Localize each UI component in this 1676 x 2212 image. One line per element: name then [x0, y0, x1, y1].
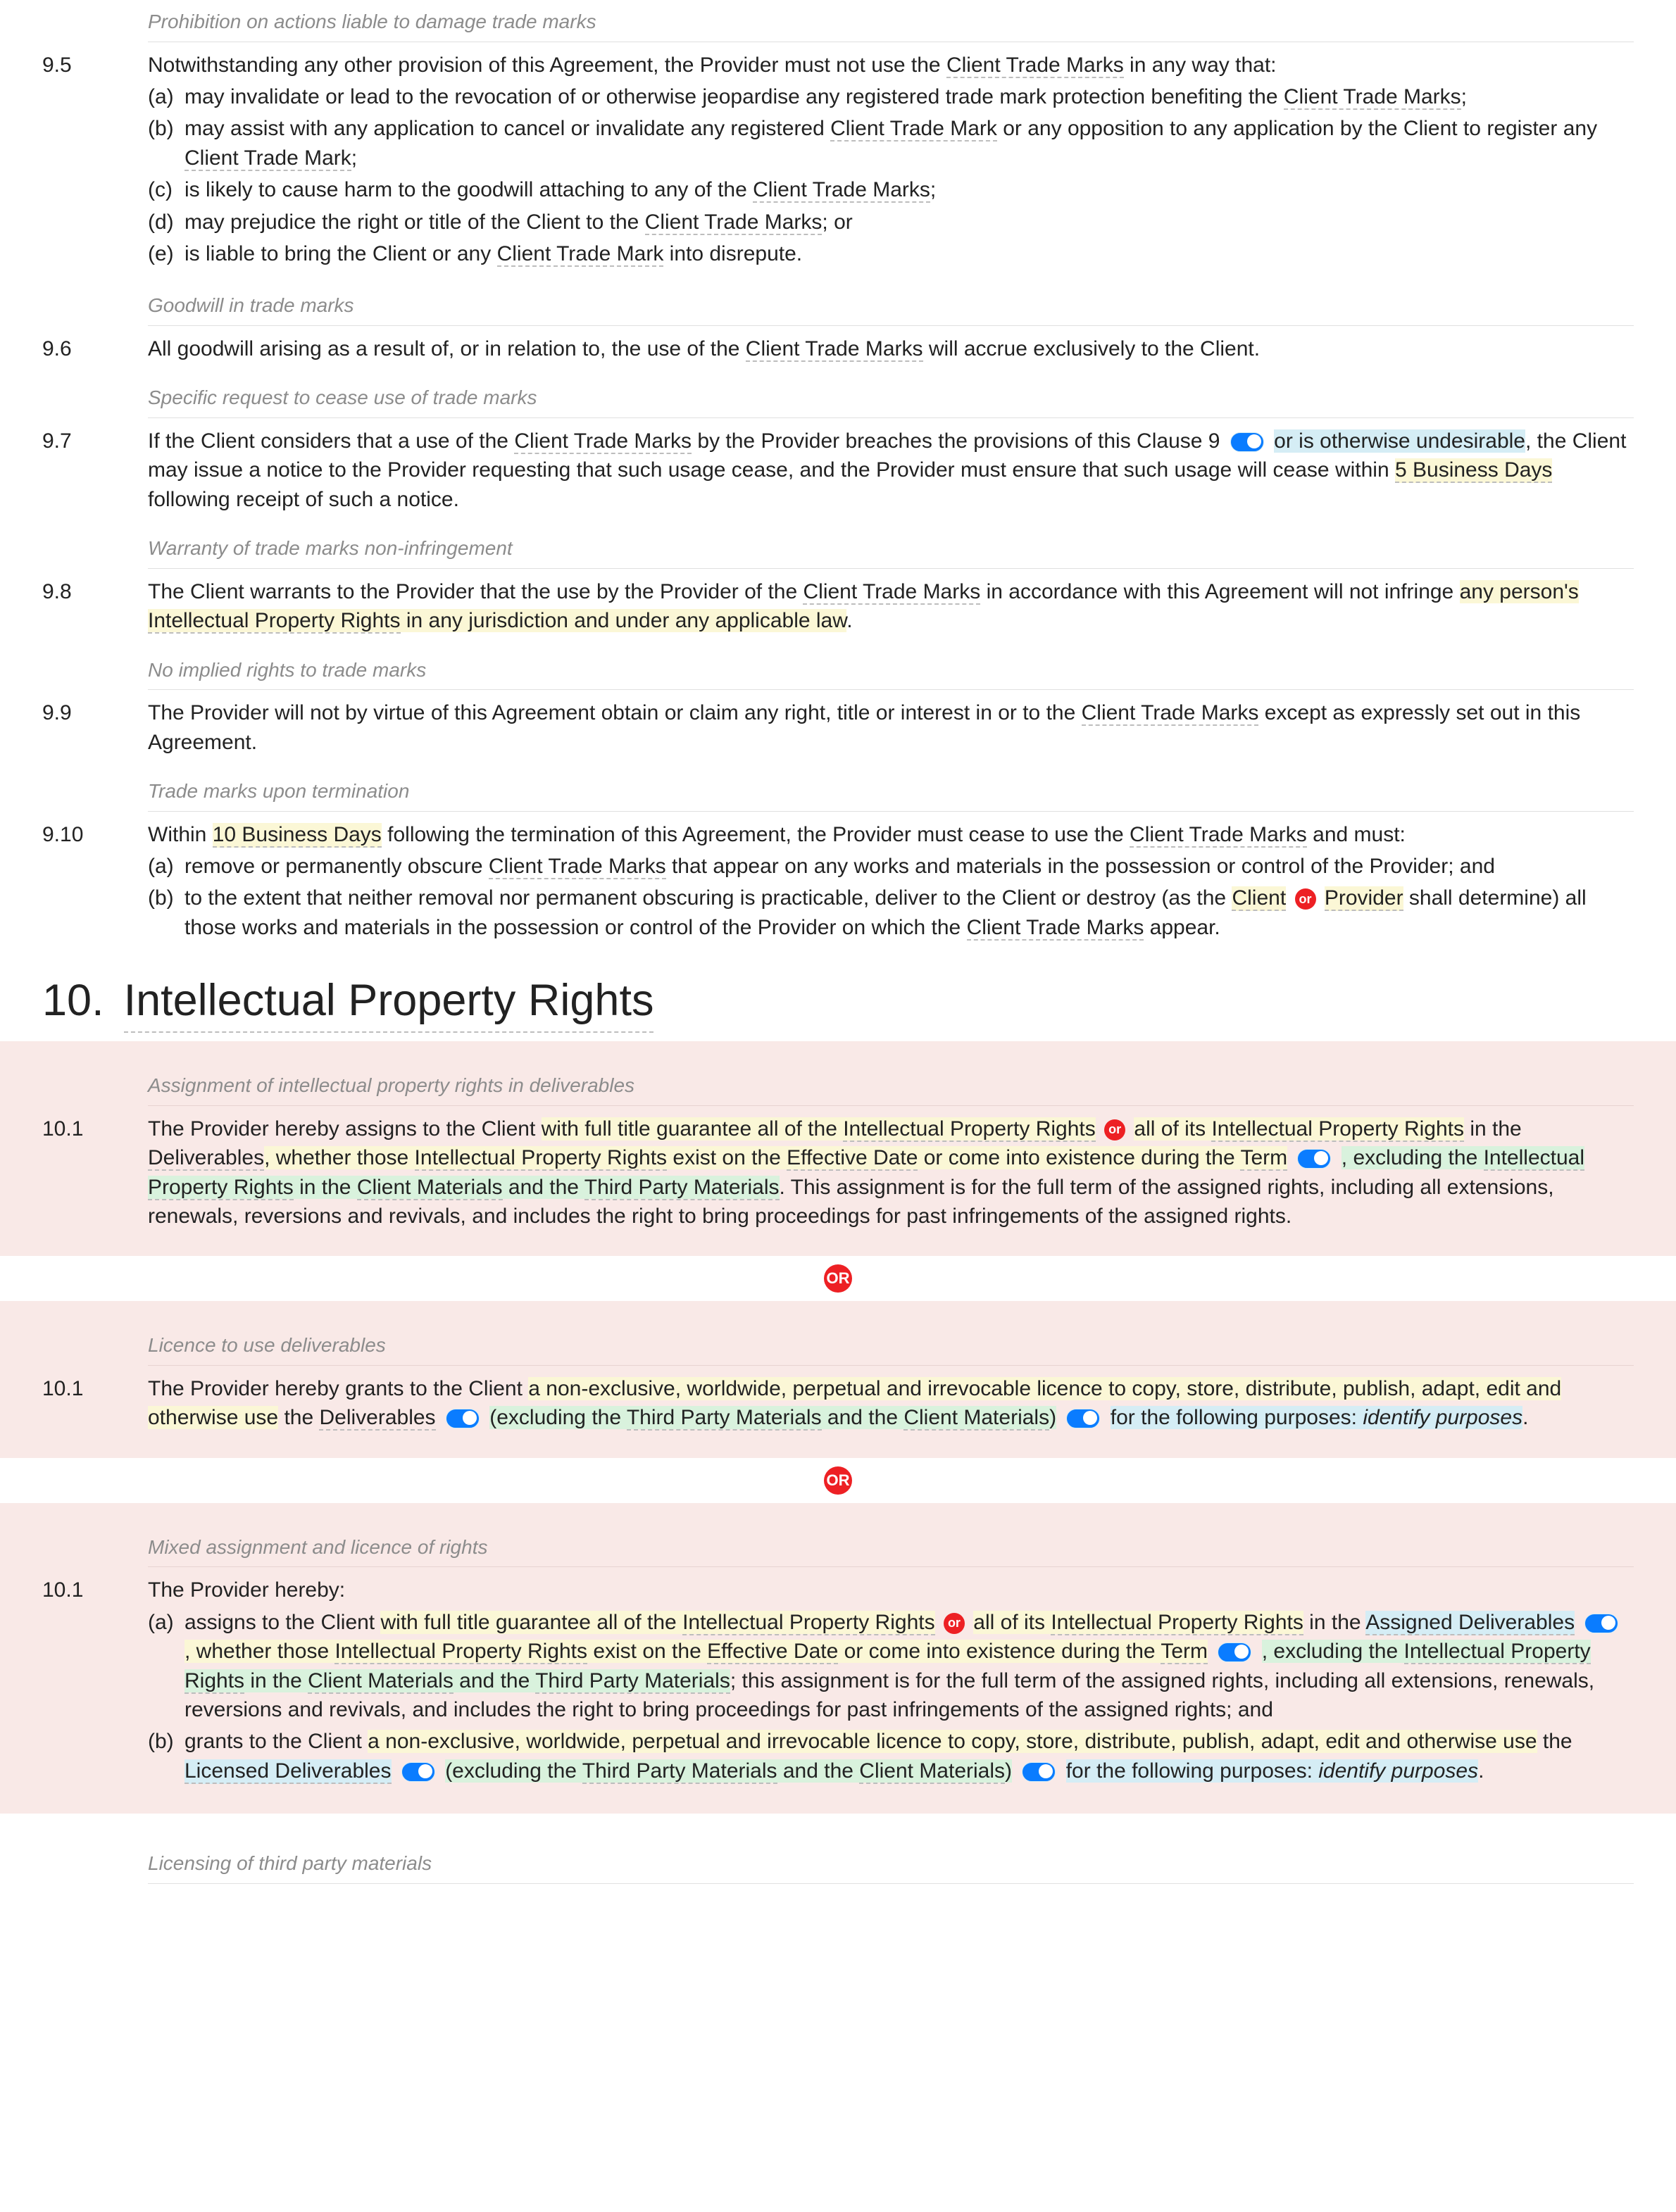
term-term[interactable]: Term	[1240, 1146, 1287, 1171]
or-divider[interactable]: OR	[824, 1264, 852, 1293]
clause-num-9-6: 9.6	[42, 334, 148, 363]
caption-9-5: Prohibition on actions liable to damage …	[148, 3, 1634, 42]
clause-num-9-7: 9.7	[42, 427, 148, 514]
clause-num-9-9: 9.9	[42, 698, 148, 757]
term-client-trade-marks[interactable]: Client Trade Marks	[946, 54, 1124, 78]
term-effective-date[interactable]: Effective Date	[707, 1640, 838, 1664]
section-10-heading: 10.Intellectual Property Rights	[42, 970, 1634, 1033]
clause-body-9-6: All goodwill arising as a result of, or …	[148, 334, 1634, 363]
term-licensed-deliverables[interactable]: Licensed Deliverables	[185, 1759, 392, 1784]
term-provider[interactable]: Provider	[1325, 886, 1403, 911]
term-deliverables[interactable]: Deliverables	[148, 1146, 264, 1171]
optional-text: or is otherwise undesirable	[1274, 429, 1525, 453]
alt-block-10-1-b: Licence to use deliverables 10.1 The Pro…	[0, 1301, 1676, 1457]
placeholder-text[interactable]: identify purposes	[1318, 1759, 1478, 1783]
placeholder-text[interactable]: identify purposes	[1363, 1406, 1522, 1429]
caption-10-1-c: Mixed assignment and licence of rights	[148, 1528, 1634, 1568]
caption-9-10: Trade marks upon termination	[148, 772, 1634, 812]
clause-num-9-10: 9.10	[42, 820, 148, 945]
term-ipr[interactable]: Intellectual Property Rights	[124, 970, 654, 1033]
term-client-materials[interactable]: Client Materials	[308, 1669, 454, 1694]
or-badge[interactable]: or	[1104, 1119, 1125, 1140]
clause-num-9-5: 9.5	[42, 51, 148, 272]
term-ipr[interactable]: Intellectual Property Rights	[682, 1611, 935, 1635]
term-ipr[interactable]: Intellectual Property Rights	[1051, 1611, 1303, 1635]
term-term[interactable]: Term	[1161, 1640, 1208, 1664]
term-client-trade-marks[interactable]: Client Trade Marks	[1284, 85, 1461, 110]
toggle-option[interactable]	[1218, 1642, 1251, 1662]
caption-9-9: No implied rights to trade marks	[148, 651, 1634, 691]
term-client-materials[interactable]: Client Materials	[357, 1176, 503, 1200]
clause-num-10-1: 10.1	[42, 1576, 148, 1788]
toggle-option[interactable]	[1022, 1762, 1056, 1782]
term-third-party-materials[interactable]: Third Party Materials	[584, 1176, 780, 1200]
term-business-days[interactable]: 10 Business Days	[213, 823, 382, 848]
term-effective-date[interactable]: Effective Date	[787, 1146, 918, 1171]
term-client-materials[interactable]: Client Materials	[859, 1759, 1005, 1784]
term-client-trade-marks[interactable]: Client Trade Marks	[645, 210, 823, 235]
term-client[interactable]: Client	[1232, 886, 1286, 911]
term-client-trade-marks[interactable]: Client Trade Marks	[489, 855, 666, 879]
clause-body-9-7: If the Client considers that a use of th…	[148, 427, 1634, 514]
toggle-option[interactable]	[1297, 1149, 1331, 1169]
clause-body-9-10: Within 10 Business Days following the te…	[148, 820, 1634, 945]
clause-num-10-1: 10.1	[42, 1114, 148, 1231]
clause-body-9-8: The Client warrants to the Provider that…	[148, 577, 1634, 636]
term-third-party-materials[interactable]: Third Party Materials	[535, 1669, 730, 1694]
toggle-option[interactable]	[1584, 1614, 1618, 1633]
caption-10-1-b: Licence to use deliverables	[148, 1326, 1634, 1366]
alt-block-10-1-a: Assignment of intellectual property righ…	[0, 1041, 1676, 1256]
term-client-trade-marks[interactable]: Client Trade Marks	[803, 580, 980, 605]
toggle-option[interactable]	[1066, 1409, 1100, 1428]
term-client-trade-mark[interactable]: Client Trade Mark	[830, 117, 997, 142]
clause-body-10-1-b: The Provider hereby grants to the Client…	[148, 1374, 1634, 1433]
caption-9-6: Goodwill in trade marks	[148, 287, 1634, 326]
term-client-trade-mark[interactable]: Client Trade Mark	[185, 146, 351, 171]
term-client-materials[interactable]: Client Materials	[903, 1406, 1049, 1431]
clause-num-10-1: 10.1	[42, 1374, 148, 1433]
caption-9-7: Specific request to cease use of trade m…	[148, 379, 1634, 418]
caption-10-1-a: Assignment of intellectual property righ…	[148, 1067, 1634, 1106]
term-business-days[interactable]: 5 Business Days	[1395, 458, 1552, 483]
term-client-trade-marks[interactable]: Client Trade Marks	[746, 337, 923, 362]
term-client-trade-marks[interactable]: Client Trade Marks	[514, 429, 692, 454]
clause-body-10-1-c: The Provider hereby: (a)assigns to the C…	[148, 1576, 1634, 1788]
clause-num-9-8: 9.8	[42, 577, 148, 636]
term-ipr[interactable]: Intellectual Property Rights	[1211, 1117, 1464, 1142]
clause-body-9-9: The Provider will not by virtue of this …	[148, 698, 1634, 757]
term-assigned-deliverables[interactable]: Assigned Deliverables	[1365, 1611, 1575, 1635]
term-third-party-materials[interactable]: Third Party Materials	[627, 1406, 822, 1431]
term-ipr[interactable]: Intellectual Property Rights	[415, 1146, 668, 1171]
or-badge[interactable]: or	[944, 1613, 965, 1634]
term-deliverables[interactable]: Deliverables	[319, 1406, 435, 1431]
or-badge[interactable]: or	[1295, 888, 1316, 910]
alt-block-10-1-c: Mixed assignment and licence of rights 1…	[0, 1503, 1676, 1814]
term-ipr[interactable]: Intellectual Property Rights	[843, 1117, 1096, 1142]
term-client-trade-marks[interactable]: Client Trade Marks	[753, 178, 930, 203]
clause-body-10-1-a: The Provider hereby assigns to the Clien…	[148, 1114, 1634, 1231]
term-ipr[interactable]: Intellectual Property Rights	[148, 609, 401, 634]
caption-9-8: Warranty of trade marks non-infringement	[148, 529, 1634, 569]
clause-body-9-5: Notwithstanding any other provision of t…	[148, 51, 1634, 272]
term-client-trade-marks[interactable]: Client Trade Marks	[1082, 701, 1259, 726]
term-client-trade-marks[interactable]: Client Trade Marks	[1130, 823, 1307, 848]
or-divider[interactable]: OR	[824, 1466, 852, 1495]
term-third-party-materials[interactable]: Third Party Materials	[582, 1759, 777, 1784]
caption-10-2: Licensing of third party materials	[148, 1845, 1634, 1884]
toggle-option[interactable]	[446, 1409, 480, 1428]
term-ipr[interactable]: Intellectual Property Rights	[334, 1640, 587, 1664]
term-client-trade-marks[interactable]: Client Trade Marks	[967, 916, 1144, 941]
toggle-option[interactable]	[401, 1762, 435, 1782]
toggle-option[interactable]	[1230, 432, 1264, 452]
term-client-trade-mark[interactable]: Client Trade Mark	[497, 242, 664, 267]
